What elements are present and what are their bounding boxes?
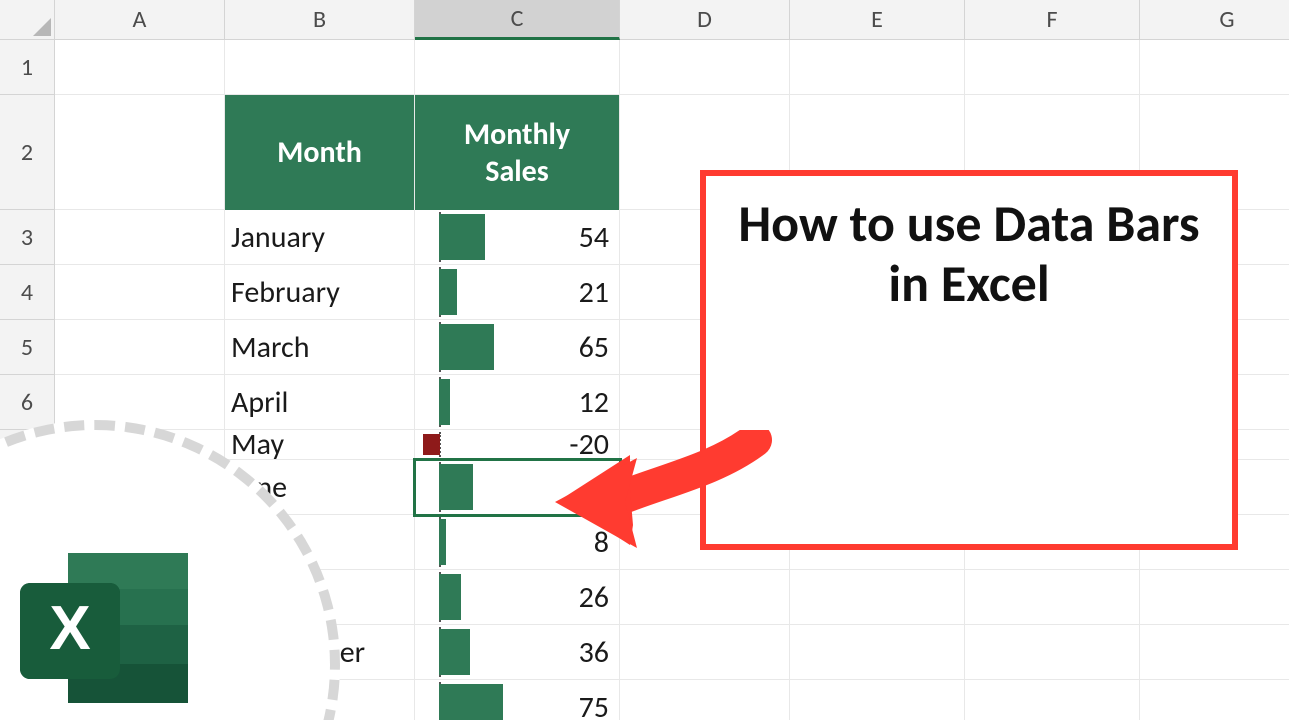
cell-F11[interactable] bbox=[965, 625, 1140, 680]
data-bar bbox=[439, 269, 457, 315]
sales-value: 75 bbox=[579, 680, 609, 720]
month-cell[interactable]: March bbox=[225, 320, 415, 375]
column-header-A[interactable]: A bbox=[55, 0, 225, 40]
data-bar bbox=[439, 214, 485, 260]
sales-value: 54 bbox=[579, 210, 609, 264]
cell-G1[interactable] bbox=[1140, 40, 1289, 95]
sales-value: 8 bbox=[594, 515, 609, 569]
sales-cell[interactable]: 26 bbox=[415, 570, 620, 625]
data-bar bbox=[439, 379, 449, 425]
row-header-5[interactable]: 5 bbox=[0, 320, 55, 375]
data-bar bbox=[439, 464, 473, 510]
svg-text:X: X bbox=[49, 594, 90, 663]
sales-cell[interactable]: 54 bbox=[415, 210, 620, 265]
spreadsheet-viewport: ABCDEFG1234567891011MonthMonthly SalesJa… bbox=[0, 0, 1289, 720]
column-header-B[interactable]: B bbox=[225, 0, 415, 40]
cell-B1[interactable] bbox=[225, 40, 415, 95]
cell-G12[interactable] bbox=[1140, 680, 1289, 720]
sales-value: 12 bbox=[579, 375, 609, 429]
cell-F1[interactable] bbox=[965, 40, 1140, 95]
column-header-E[interactable]: E bbox=[790, 0, 965, 40]
sales-value: 26 bbox=[579, 570, 609, 624]
cell-A5[interactable] bbox=[55, 320, 225, 375]
cell-C1[interactable] bbox=[415, 40, 620, 95]
cell-A2[interactable] bbox=[55, 95, 225, 210]
data-bar bbox=[439, 324, 494, 370]
callout-text: How to use Data Bars in Excel bbox=[730, 194, 1208, 314]
sales-cell[interactable] bbox=[415, 460, 620, 515]
cell-E12[interactable] bbox=[790, 680, 965, 720]
cell-E11[interactable] bbox=[790, 625, 965, 680]
callout-box: How to use Data Bars in Excel bbox=[700, 170, 1238, 550]
cell-A3[interactable] bbox=[55, 210, 225, 265]
cell-A4[interactable] bbox=[55, 265, 225, 320]
month-cell[interactable]: January bbox=[225, 210, 415, 265]
excel-app-icon: X bbox=[20, 545, 200, 715]
cell-D12[interactable] bbox=[620, 680, 790, 720]
month-cell[interactable]: April bbox=[225, 375, 415, 430]
row-header-6[interactable]: 6 bbox=[0, 375, 55, 430]
select-all-corner[interactable] bbox=[0, 0, 55, 40]
sales-value: 21 bbox=[579, 265, 609, 319]
table-header-month[interactable]: Month bbox=[225, 95, 415, 210]
column-header-D[interactable]: D bbox=[620, 0, 790, 40]
data-bar bbox=[439, 574, 461, 620]
sales-value: 65 bbox=[579, 320, 609, 374]
data-bar bbox=[439, 629, 469, 675]
sales-cell[interactable]: 12 bbox=[415, 375, 620, 430]
data-bar bbox=[423, 434, 440, 455]
column-header-G[interactable]: G bbox=[1140, 0, 1289, 40]
row-header-1[interactable]: 1 bbox=[0, 40, 55, 95]
cell-F12[interactable] bbox=[965, 680, 1140, 720]
cell-G10[interactable] bbox=[1140, 570, 1289, 625]
month-cell[interactable]: February bbox=[225, 265, 415, 320]
sales-cell[interactable]: -20 bbox=[415, 430, 620, 460]
cell-D11[interactable] bbox=[620, 625, 790, 680]
cell-D1[interactable] bbox=[620, 40, 790, 95]
data-bar bbox=[439, 684, 502, 720]
month-cell[interactable]: May bbox=[225, 430, 415, 460]
cell-F10[interactable] bbox=[965, 570, 1140, 625]
table-header-sales[interactable]: Monthly Sales bbox=[415, 95, 620, 210]
sales-cell[interactable]: 75 bbox=[415, 680, 620, 720]
sales-cell[interactable]: 21 bbox=[415, 265, 620, 320]
cell-E1[interactable] bbox=[790, 40, 965, 95]
sales-cell[interactable]: 65 bbox=[415, 320, 620, 375]
cell-D10[interactable] bbox=[620, 570, 790, 625]
cell-A1[interactable] bbox=[55, 40, 225, 95]
cell-G11[interactable] bbox=[1140, 625, 1289, 680]
data-bar bbox=[439, 519, 446, 565]
sales-cell[interactable]: 8 bbox=[415, 515, 620, 570]
column-header-C[interactable]: C bbox=[415, 0, 620, 40]
sales-value: 36 bbox=[579, 625, 609, 679]
row-header-3[interactable]: 3 bbox=[0, 210, 55, 265]
row-header-2[interactable]: 2 bbox=[0, 95, 55, 210]
cell-E10[interactable] bbox=[790, 570, 965, 625]
row-header-4[interactable]: 4 bbox=[0, 265, 55, 320]
column-header-F[interactable]: F bbox=[965, 0, 1140, 40]
sales-value: -20 bbox=[569, 430, 609, 459]
sales-cell[interactable]: 36 bbox=[415, 625, 620, 680]
